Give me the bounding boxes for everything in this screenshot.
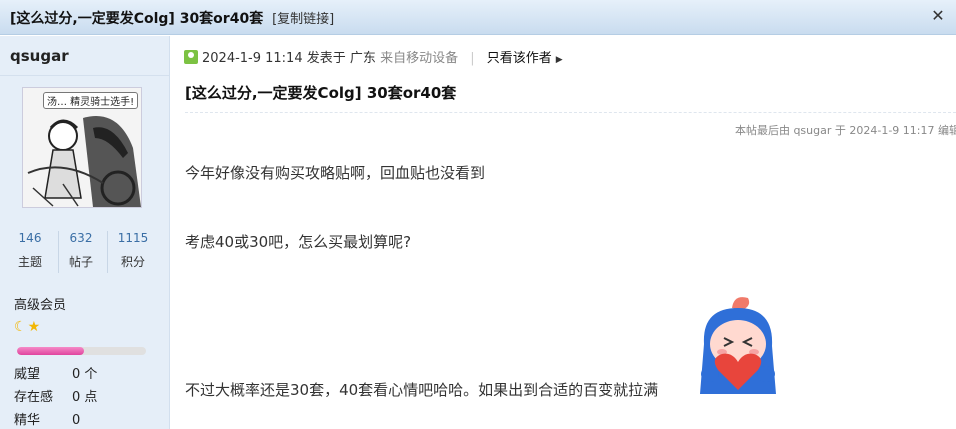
heart-emoji-sticker [700, 297, 776, 394]
stat-label: 帖子 [68, 255, 93, 269]
attr-value: 0 个 [72, 367, 98, 382]
star-icon: ★ [27, 319, 42, 335]
stat-label: 主题 [17, 255, 42, 269]
stat-value: 632 [69, 231, 93, 245]
post-content: 2024-1-9 11:14 发表于 广东 来自移动设备 | 只看该作者 ▶ [这… [171, 36, 956, 429]
author-stats: 146 主题 632 帖子 1115 积分 [10, 231, 160, 279]
sidebar-divider [0, 75, 169, 76]
close-icon[interactable]: ✕ [928, 6, 948, 26]
avatar-caption: 汤… 精灵骑士选手! [43, 92, 139, 109]
stat-value: 1115 [117, 231, 149, 245]
only-author-link[interactable]: 只看该作者 [487, 51, 552, 66]
author-sidebar: qsugar 汤… 精灵骑士选手! 146 主题 632 帖子 1115 积分 … [0, 36, 170, 429]
post-paragraph: 不过大概率还是30套，40套看心情吧哈哈。如果出到合适的百变就拉满 [185, 381, 659, 399]
post-paragraph: 今年好像没有购买攻略贴啊，回血贴也没看到 [185, 164, 486, 182]
stat-posts[interactable]: 632 帖子 [61, 231, 101, 270]
post-paragraph: 考虑40或30吧，怎么买最划算呢? [185, 233, 412, 251]
post-device: 来自移动设备 [380, 51, 459, 66]
level-progress-fill [17, 347, 85, 355]
stat-label: 积分 [120, 255, 145, 269]
stat-points[interactable]: 1115 积分 [113, 231, 153, 270]
attr-key: 精华 [14, 413, 41, 428]
meta-divider: | [470, 51, 475, 66]
attr-key: 存在感 [14, 390, 54, 405]
attr-presence: 存在感 0 点 [14, 386, 97, 405]
moon-icon: ☾ [14, 319, 28, 335]
window-titlebar: [这么过分,一定要发Colg] 30套or40套 [复制链接] ✕ [0, 0, 956, 35]
stat-divider [58, 231, 59, 273]
attr-digest: 精华 0 [14, 409, 80, 428]
posted-at-label: 发表于 [306, 51, 346, 66]
post-meta: 2024-1-9 11:14 发表于 广东 来自移动设备 | 只看该作者 ▶ [184, 47, 563, 66]
post-location: 广东 [349, 51, 376, 66]
title-divider [185, 112, 956, 113]
level-progress-bar [17, 347, 146, 355]
window-title: [这么过分,一定要发Colg] 30套or40套 [复制链接] [10, 8, 334, 28]
stat-threads[interactable]: 146 主题 [10, 231, 50, 270]
attr-value: 0 点 [72, 390, 98, 405]
copy-link-button[interactable]: [复制链接] [272, 12, 334, 27]
member-level[interactable]: 高级会员 [14, 294, 66, 313]
attr-value: 0 [72, 413, 81, 428]
stat-divider [107, 231, 108, 273]
attr-prestige: 威望 0 个 [14, 363, 97, 382]
stat-value: 146 [18, 231, 42, 245]
last-edited-note: 本帖最后由 qsugar 于 2024-1-9 11:17 编辑 [734, 124, 956, 137]
window-title-text: [这么过分,一定要发Colg] 30套or40套 [10, 11, 264, 27]
caret-right-icon: ▶ [555, 55, 563, 65]
post-title: [这么过分,一定要发Colg] 30套or40套 [185, 84, 457, 102]
author-name[interactable]: qsugar [10, 47, 69, 65]
avatar[interactable]: 汤… 精灵骑士选手! [22, 87, 142, 208]
post-date: 2024-1-9 11:14 [202, 51, 303, 66]
level-icons: ☾★ [14, 319, 41, 335]
online-status-icon [184, 50, 198, 64]
attr-key: 威望 [14, 367, 41, 382]
